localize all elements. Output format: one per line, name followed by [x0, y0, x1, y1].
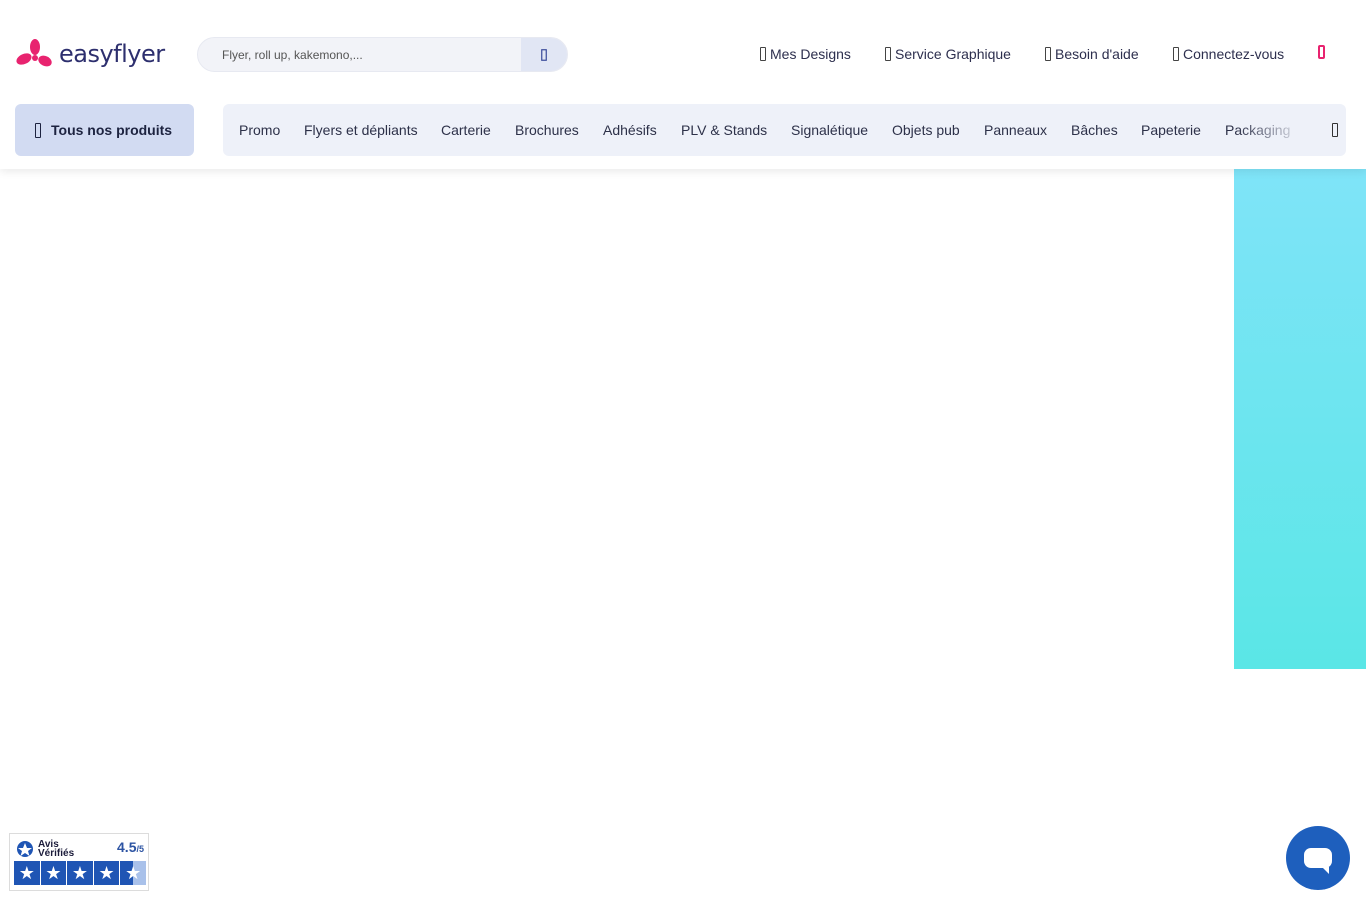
chat-button[interactable] [1286, 826, 1350, 890]
graphic-service-icon [885, 47, 891, 61]
category-signaletique[interactable]: Signalétique [791, 122, 868, 138]
star-icon: ★ [67, 861, 93, 885]
verifies-label: Vérifiés [38, 848, 75, 859]
review-score: 4.5/5 [117, 839, 144, 855]
category-flyers[interactable]: Flyers et dépliants [304, 122, 418, 138]
avis-verifies-badge[interactable]: Avis Vérifiés 4.5/5 ★ ★ ★ ★ ★ [9, 833, 149, 891]
site-header: easyflyer Mes Designs Service Graphique … [0, 0, 1366, 169]
avis-verifies-icon [17, 841, 33, 857]
help-icon [1045, 47, 1051, 61]
star-icon: ★ [93, 861, 120, 885]
half-star-icon: ★ [120, 861, 146, 885]
help-label: Besoin d'aide [1055, 46, 1139, 62]
help-link[interactable]: Besoin d'aide [1045, 46, 1139, 62]
category-adhesifs[interactable]: Adhésifs [603, 122, 657, 138]
chevron-right-icon[interactable] [1332, 123, 1338, 137]
login-label: Connectez-vous [1183, 46, 1285, 62]
mes-designs-link[interactable]: Mes Designs [760, 46, 851, 62]
service-graphique-label: Service Graphique [895, 46, 1011, 62]
search-button[interactable] [521, 38, 567, 71]
star-rating: ★ ★ ★ ★ ★ [14, 861, 146, 885]
easyflyer-logo[interactable]: easyflyer [15, 38, 165, 70]
flower-logo-icon [16, 39, 52, 67]
category-plv-stands[interactable]: PLV & Stands [681, 122, 767, 138]
star-icon: ★ [40, 861, 67, 885]
avis-verifies-logo: Avis Vérifiés [15, 840, 75, 859]
score-scale: /5 [136, 844, 144, 854]
designs-icon [760, 47, 766, 61]
login-link[interactable]: Connectez-vous [1173, 46, 1284, 62]
category-fade [1236, 104, 1306, 156]
category-baches[interactable]: Bâches [1071, 122, 1118, 138]
category-objets-pub[interactable]: Objets pub [892, 122, 960, 138]
category-promo[interactable]: Promo [239, 122, 280, 138]
service-graphique-link[interactable]: Service Graphique [885, 46, 1011, 62]
category-nav: Promo Flyers et dépliants Carterie Broch… [223, 104, 1346, 156]
menu-icon [35, 122, 41, 138]
category-papeterie[interactable]: Papeterie [1141, 122, 1201, 138]
side-banner[interactable] [1234, 169, 1366, 669]
category-brochures[interactable]: Brochures [515, 122, 579, 138]
search-icon [541, 48, 547, 61]
all-products-button[interactable]: Tous nos produits [15, 104, 194, 156]
score-value: 4.5 [117, 839, 137, 855]
star-icon: ★ [14, 861, 40, 885]
search-bar [197, 37, 568, 72]
user-icon [1173, 47, 1179, 61]
category-panneaux[interactable]: Panneaux [984, 122, 1047, 138]
mes-designs-label: Mes Designs [770, 46, 851, 62]
category-carterie[interactable]: Carterie [441, 122, 491, 138]
all-products-label: Tous nos produits [51, 122, 173, 138]
logo-text: easyflyer [59, 40, 165, 68]
chat-icon [1304, 848, 1332, 874]
search-input[interactable] [198, 38, 521, 71]
cart-icon[interactable] [1318, 45, 1325, 59]
